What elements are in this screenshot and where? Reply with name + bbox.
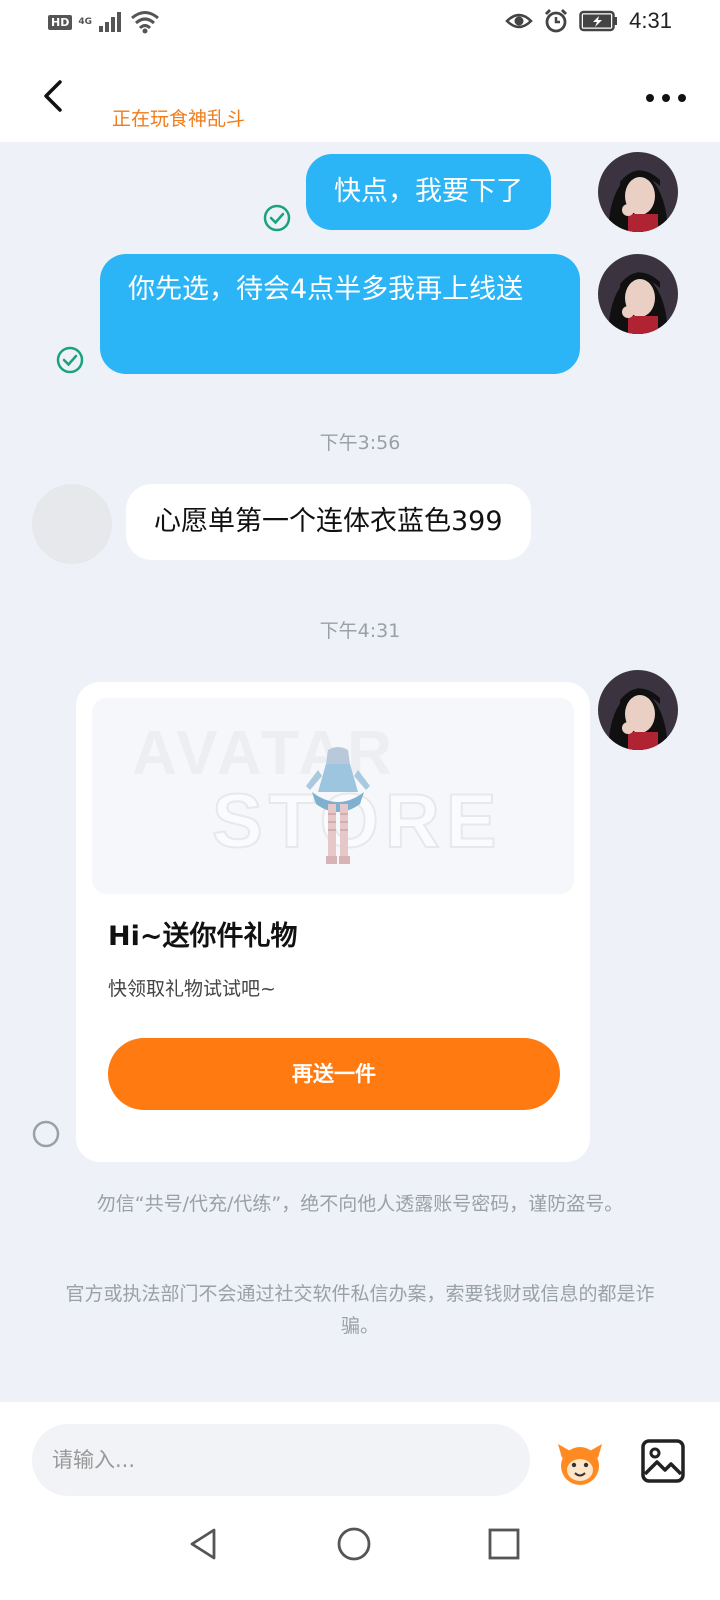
read-check-icon [56, 346, 84, 374]
fraud-notice: 官方或执法部门不会通过社交软件私信办案，索要钱财或信息的都是诈骗。 [65, 1283, 655, 1337]
send-another-gift-button[interactable]: 再送一件 [108, 1038, 560, 1110]
back-button[interactable] [36, 74, 76, 118]
gift-subtitle: 快领取礼物试试吧~ [108, 978, 276, 1000]
more-dots-icon [646, 94, 686, 102]
message-input[interactable]: 请输入... [32, 1424, 530, 1496]
eye-icon [505, 13, 533, 29]
pending-circle-icon [32, 1120, 60, 1148]
chat-header [0, 50, 720, 142]
avatar-photo [598, 670, 678, 750]
message-text: 快点，我要下了 [334, 176, 523, 207]
safety-notice: 勿信“共号/代充/代练”，绝不向他人透露账号密码，谨防盗号。 [96, 1193, 624, 1215]
alarm-icon [545, 9, 568, 33]
status-right: 4:31 [505, 8, 672, 34]
nav-home-button[interactable] [334, 1524, 374, 1564]
message-timestamp: 下午3:56 [319, 432, 401, 454]
chat-area[interactable]: 快点，我要下了 你先选，待会4点半多我再上线送 下午3:56 心愿单第一个连体衣… [0, 142, 720, 1402]
nav-back-button[interactable] [184, 1524, 224, 1564]
my-avatar[interactable] [598, 670, 678, 750]
avatar-photo [598, 152, 678, 232]
message-bubble-outgoing[interactable]: 你先选，待会4点半多我再上线送 [100, 254, 580, 374]
avatar-photo [598, 254, 678, 334]
input-placeholder: 请输入... [52, 1448, 136, 1472]
contact-avatar[interactable] [32, 484, 112, 564]
triangle-back-icon [190, 1528, 216, 1560]
my-avatar[interactable] [598, 254, 678, 334]
mascot-emoji-icon [558, 1444, 602, 1485]
outfit-jumpsuit-icon [306, 747, 370, 864]
message-timestamp: 下午4:31 [319, 620, 401, 642]
gift-title: Hi~送你件礼物 [108, 921, 298, 952]
status-time: 4:31 [629, 8, 672, 33]
nav-recents-button[interactable] [484, 1524, 524, 1564]
message-bubble-outgoing[interactable]: 快点，我要下了 [306, 154, 551, 230]
contact-activity-status: 正在玩食神乱斗 [112, 108, 246, 130]
hd-badge: HD [48, 14, 73, 30]
square-recents-icon [488, 1528, 520, 1560]
image-button[interactable] [640, 1438, 686, 1484]
message-text: 你先选，待会4点半多我再上线送 [128, 274, 524, 305]
read-check-icon [263, 204, 291, 232]
more-button[interactable] [642, 86, 690, 110]
my-avatar[interactable] [598, 152, 678, 232]
emoji-button[interactable] [556, 1440, 604, 1488]
image-icon [641, 1439, 685, 1483]
network-type: 4G [78, 16, 92, 27]
gift-card[interactable]: AVATAR STORE Hi~送你件礼物 快领取礼物试试吧~ 再送一件 [76, 682, 590, 1162]
message-bubble-incoming[interactable]: 心愿单第一个连体衣蓝色399 [126, 484, 531, 560]
system-nav-bar [0, 1500, 720, 1600]
input-bar: 请输入... [0, 1402, 720, 1500]
status-bar: HD 4G 4:31 [0, 0, 720, 50]
wifi-icon [131, 11, 159, 34]
gift-image: AVATAR STORE [92, 698, 574, 894]
message-text: 心愿单第一个连体衣蓝色399 [154, 506, 503, 537]
signal-icon [99, 12, 121, 32]
status-left: HD 4G [48, 10, 160, 34]
circle-home-icon [337, 1527, 371, 1561]
back-arrow-icon [44, 80, 62, 112]
battery-charging-icon [579, 10, 618, 32]
